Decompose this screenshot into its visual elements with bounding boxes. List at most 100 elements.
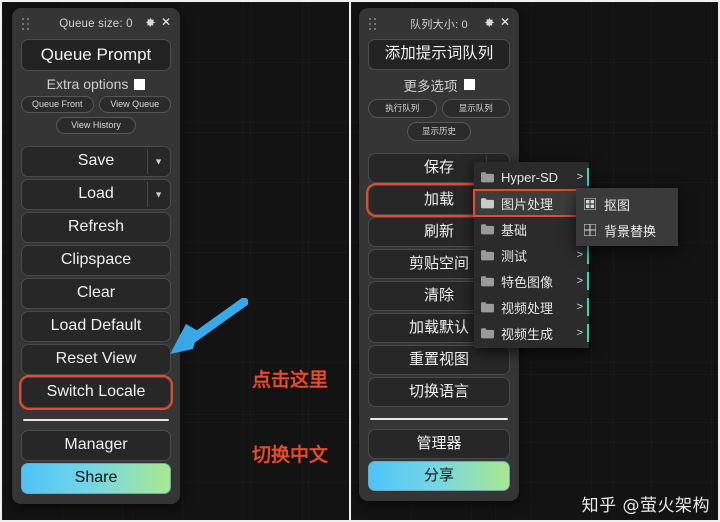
menu-item-image-processing[interactable]: 图片处理 > [473, 189, 590, 217]
menu-item-test[interactable]: 测试 > [474, 242, 589, 268]
menu-item-label: 视频生成 [501, 326, 554, 342]
grid-icon [584, 198, 596, 210]
folder-icon [481, 275, 494, 286]
panel-divider [370, 417, 508, 420]
chevron-right-icon: > [576, 249, 583, 261]
extra-options-row: Extra options [21, 76, 171, 92]
folder-icon [481, 327, 494, 338]
close-icon[interactable]: ✕ [500, 16, 510, 28]
chevron-right-icon: > [576, 275, 583, 287]
queue-size-label: 队列大小: 0 [410, 19, 468, 31]
chevron-right-icon: > [576, 301, 583, 313]
panel-header: Queue size: 0 ✕ [21, 14, 171, 34]
annotation-line-2: 切换中文 [252, 444, 329, 467]
menu-item-label: 图片处理 [501, 196, 554, 212]
chevron-right-icon: > [576, 327, 583, 339]
view-queue-button[interactable]: 显示队列 [441, 98, 510, 118]
comfy-menu-panel-en: Queue size: 0 ✕ Queue Prompt Extra optio… [12, 8, 180, 504]
menu-item-hyper-sd[interactable]: Hyper-SD > [474, 164, 589, 190]
left-screenshot-half: Queue size: 0 ✕ Queue Prompt Extra optio… [0, 0, 350, 522]
manager-button[interactable]: Manager [21, 430, 171, 461]
header-icons: ✕ [484, 16, 510, 28]
submenu-indicator [587, 246, 589, 264]
load-button-label: 加载 [423, 190, 454, 208]
canvas-gridline [250, 2, 251, 520]
watermark-text: 知乎 @萤火架构 [581, 496, 710, 516]
refresh-button[interactable]: Refresh [21, 212, 171, 243]
submenu-indicator [587, 168, 589, 186]
submenu-indicator [587, 272, 589, 290]
save-button-label: Save [77, 152, 115, 169]
load-button-label: Load [78, 185, 114, 202]
view-history-button[interactable]: 显示历史 [406, 121, 471, 141]
folder-icon [481, 301, 494, 312]
chevron-down-icon[interactable]: ▼ [154, 157, 163, 166]
menu-item-label: 特色图像 [501, 274, 554, 290]
folder-icon [481, 223, 494, 234]
queue-prompt-button[interactable]: 添加提示词队列 [368, 39, 510, 70]
submenu-item-background-replace[interactable]: 背景替换 [576, 217, 678, 243]
submenu-indicator [587, 324, 589, 342]
queue-front-button[interactable]: 执行队列 [368, 98, 437, 118]
share-button[interactable]: 分享 [368, 460, 510, 491]
switch-locale-button[interactable]: 切换语言 [368, 376, 510, 407]
menu-item-video-generation[interactable]: 视频生成 > [474, 320, 589, 346]
clear-button[interactable]: Clear [21, 278, 171, 309]
menu-item-label: Hyper-SD [501, 169, 559, 185]
menu-item-label: 视频处理 [501, 300, 554, 316]
menu-button-stack: Save ▼ Load ▼ Refresh Clipspace Clear Lo… [19, 146, 173, 410]
queue-front-button[interactable]: Queue Front [21, 96, 94, 113]
queue-prompt-button[interactable]: Queue Prompt [21, 39, 171, 71]
menu-item-label: 基础 [501, 222, 528, 238]
grid-icon [584, 224, 596, 236]
history-pill-row: View History [21, 117, 171, 134]
panel-header: 队列大小: 0 ✕ [368, 14, 510, 34]
manager-button[interactable]: 管理器 [368, 428, 510, 459]
right-screenshot-half: 队列大小: 0 ✕ 添加提示词队列 更多选项 执行队列 显示队列 显示历史 保存… [350, 0, 720, 522]
view-history-button[interactable]: View History [56, 117, 136, 134]
reset-view-button[interactable]: Reset View [21, 344, 171, 375]
chevron-right-icon: > [576, 171, 583, 183]
annotation-text: 点击这里 切换中文 [252, 318, 328, 519]
share-button[interactable]: Share [21, 463, 171, 494]
history-pill-row: 显示历史 [368, 121, 510, 141]
submenu-indicator [587, 298, 589, 316]
image-processing-submenu: 抠图 背景替换 [576, 188, 679, 246]
submenu-item-label: 抠图 [604, 197, 631, 213]
extra-options-label: Extra options [46, 76, 129, 92]
menu-item-video-processing[interactable]: 视频处理 > [474, 294, 589, 320]
submenu-item-matting[interactable]: 抠图 [576, 191, 678, 217]
switch-locale-button[interactable]: Switch Locale [19, 375, 173, 410]
folder-icon [481, 171, 494, 182]
extra-options-row: 更多选项 [368, 75, 510, 95]
gear-icon[interactable] [484, 17, 495, 28]
extra-options-label: 更多选项 [403, 78, 458, 94]
header-icons: ✕ [145, 16, 171, 28]
drag-handle-icon[interactable] [22, 18, 32, 30]
queue-size-label: Queue size: 0 [59, 18, 133, 30]
chevron-down-icon[interactable]: ▼ [154, 190, 163, 199]
reset-view-button[interactable]: 重置视图 [368, 344, 510, 375]
load-default-button[interactable]: Load Default [21, 311, 171, 342]
queue-pill-row: 执行队列 显示队列 [368, 98, 510, 118]
clipspace-button[interactable]: Clipspace [21, 245, 171, 276]
screenshot-root: Queue size: 0 ✕ Queue Prompt Extra optio… [0, 0, 720, 522]
gear-icon[interactable] [145, 17, 156, 28]
save-button-label: 保存 [423, 158, 454, 176]
drag-handle-icon[interactable] [369, 18, 379, 30]
folder-icon [481, 249, 494, 260]
extra-options-checkbox[interactable] [134, 78, 146, 90]
save-button[interactable]: Save ▼ [21, 146, 171, 177]
folder-icon [481, 197, 494, 208]
load-button[interactable]: Load ▼ [21, 179, 171, 210]
annotation-line-1: 点击这里 [252, 369, 329, 392]
menu-item-basics[interactable]: 基础 > [474, 216, 589, 242]
close-icon[interactable]: ✕ [161, 16, 171, 28]
view-queue-button[interactable]: View Queue [98, 96, 171, 113]
queue-pill-row: Queue Front View Queue [21, 96, 171, 113]
submenu-item-label: 背景替换 [604, 223, 657, 239]
menu-item-featured-images[interactable]: 特色图像 > [474, 268, 589, 294]
load-dropdown-menu: Hyper-SD > 图片处理 > 基础 > [473, 162, 590, 348]
panel-divider [23, 419, 169, 421]
extra-options-checkbox[interactable] [463, 79, 475, 90]
